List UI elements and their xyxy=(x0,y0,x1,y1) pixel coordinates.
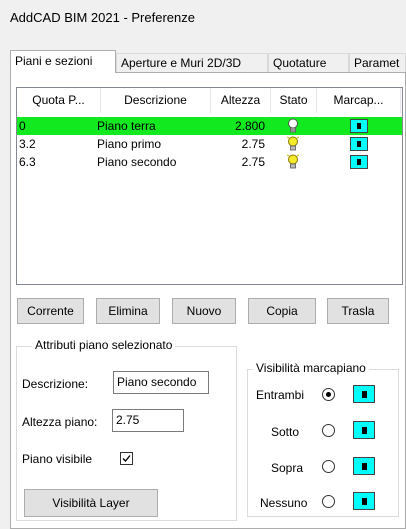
column-header-marcapiano[interactable]: Marcap... xyxy=(317,88,401,113)
checkmark-icon xyxy=(122,455,131,462)
window-title: AddCAD BIM 2021 - Preferenze xyxy=(10,10,195,25)
elimina-button[interactable]: Elimina xyxy=(96,298,160,324)
marcapiano-icon[interactable] xyxy=(350,119,368,133)
table-row[interactable]: 3.2 Piano primo 2.75 xyxy=(17,135,402,153)
descrizione-label: Descrizione: xyxy=(22,377,89,391)
altezza-piano-label: Altezza piano: xyxy=(22,415,98,429)
column-header-quota[interactable]: Quota P... xyxy=(17,88,101,113)
tab-parametri[interactable]: Paramet xyxy=(349,53,406,72)
radio-label-sotto: Sotto xyxy=(271,425,300,439)
grid-header: Quota P... Descrizione Altezza Stato Mar… xyxy=(17,88,402,113)
cell-quota: 3.2 xyxy=(19,137,36,151)
visibilita-layer-button[interactable]: Visibilità Layer xyxy=(24,489,158,517)
marcapiano-sotto-icon xyxy=(353,421,375,439)
table-row[interactable]: 6.3 Piano secondo 2.75 xyxy=(17,153,402,171)
marcapiano-entrambi-icon xyxy=(353,385,375,403)
cell-descrizione: Piano terra xyxy=(97,119,156,133)
cell-quota: 0 xyxy=(19,119,26,133)
tab-piani-e-sezioni[interactable]: Piani e sezioni xyxy=(10,50,116,73)
table-row[interactable]: 0 Piano terra 2.800 xyxy=(17,117,402,135)
tab-quotature[interactable]: Quotature xyxy=(268,53,349,72)
lightbulb-on-icon[interactable] xyxy=(286,136,300,152)
attributes-group-label: Attributi piano selezionato xyxy=(32,338,176,352)
cell-altezza: 2.800 xyxy=(234,119,265,133)
cell-altezza: 2.75 xyxy=(241,137,265,151)
column-header-stato[interactable]: Stato xyxy=(271,88,317,113)
marcapiano-icon[interactable] xyxy=(350,155,368,169)
marcapiano-nessuno-icon xyxy=(353,492,375,510)
tab-aperture-e-muri[interactable]: Aperture e Muri 2D/3D xyxy=(116,53,268,72)
radio-label-sopra: Sopra xyxy=(271,461,304,475)
cell-altezza: 2.75 xyxy=(241,155,265,169)
cell-descrizione: Piano primo xyxy=(97,137,162,151)
altezza-piano-field[interactable]: 2.75 xyxy=(112,409,184,432)
radio-sopra[interactable] xyxy=(322,460,335,473)
floors-grid[interactable]: Quota P... Descrizione Altezza Stato Mar… xyxy=(16,87,403,285)
marcapiano-sopra-icon xyxy=(353,457,375,475)
corrente-button[interactable]: Corrente xyxy=(17,298,84,324)
marcapiano-icon[interactable] xyxy=(350,137,368,151)
lightbulb-off-icon[interactable] xyxy=(287,118,299,134)
cell-quota: 6.3 xyxy=(19,155,36,169)
nuovo-button[interactable]: Nuovo xyxy=(172,298,236,324)
tab-bar: Piani e sezioni Aperture e Muri 2D/3D Qu… xyxy=(10,50,406,73)
radio-sotto[interactable] xyxy=(322,424,335,437)
radio-label-nessuno: Nessuno xyxy=(260,496,308,510)
radio-entrambi[interactable] xyxy=(322,388,335,401)
visibilita-marcapiano-label: Visibilità marcapiano xyxy=(253,361,369,375)
trasla-button[interactable]: Trasla xyxy=(327,298,389,324)
descrizione-field[interactable]: Piano secondo xyxy=(113,371,209,394)
column-header-descrizione[interactable]: Descrizione xyxy=(101,88,211,113)
copia-button[interactable]: Copia xyxy=(248,298,316,324)
piano-visibile-label: Piano visibile xyxy=(22,452,93,466)
cell-descrizione: Piano secondo xyxy=(97,155,177,169)
radio-label-entrambi: Entrambi xyxy=(256,388,305,402)
radio-nessuno[interactable] xyxy=(322,495,335,508)
piano-visibile-checkbox[interactable] xyxy=(120,452,133,465)
column-header-altezza[interactable]: Altezza xyxy=(211,88,271,113)
lightbulb-on-icon[interactable] xyxy=(286,154,300,170)
